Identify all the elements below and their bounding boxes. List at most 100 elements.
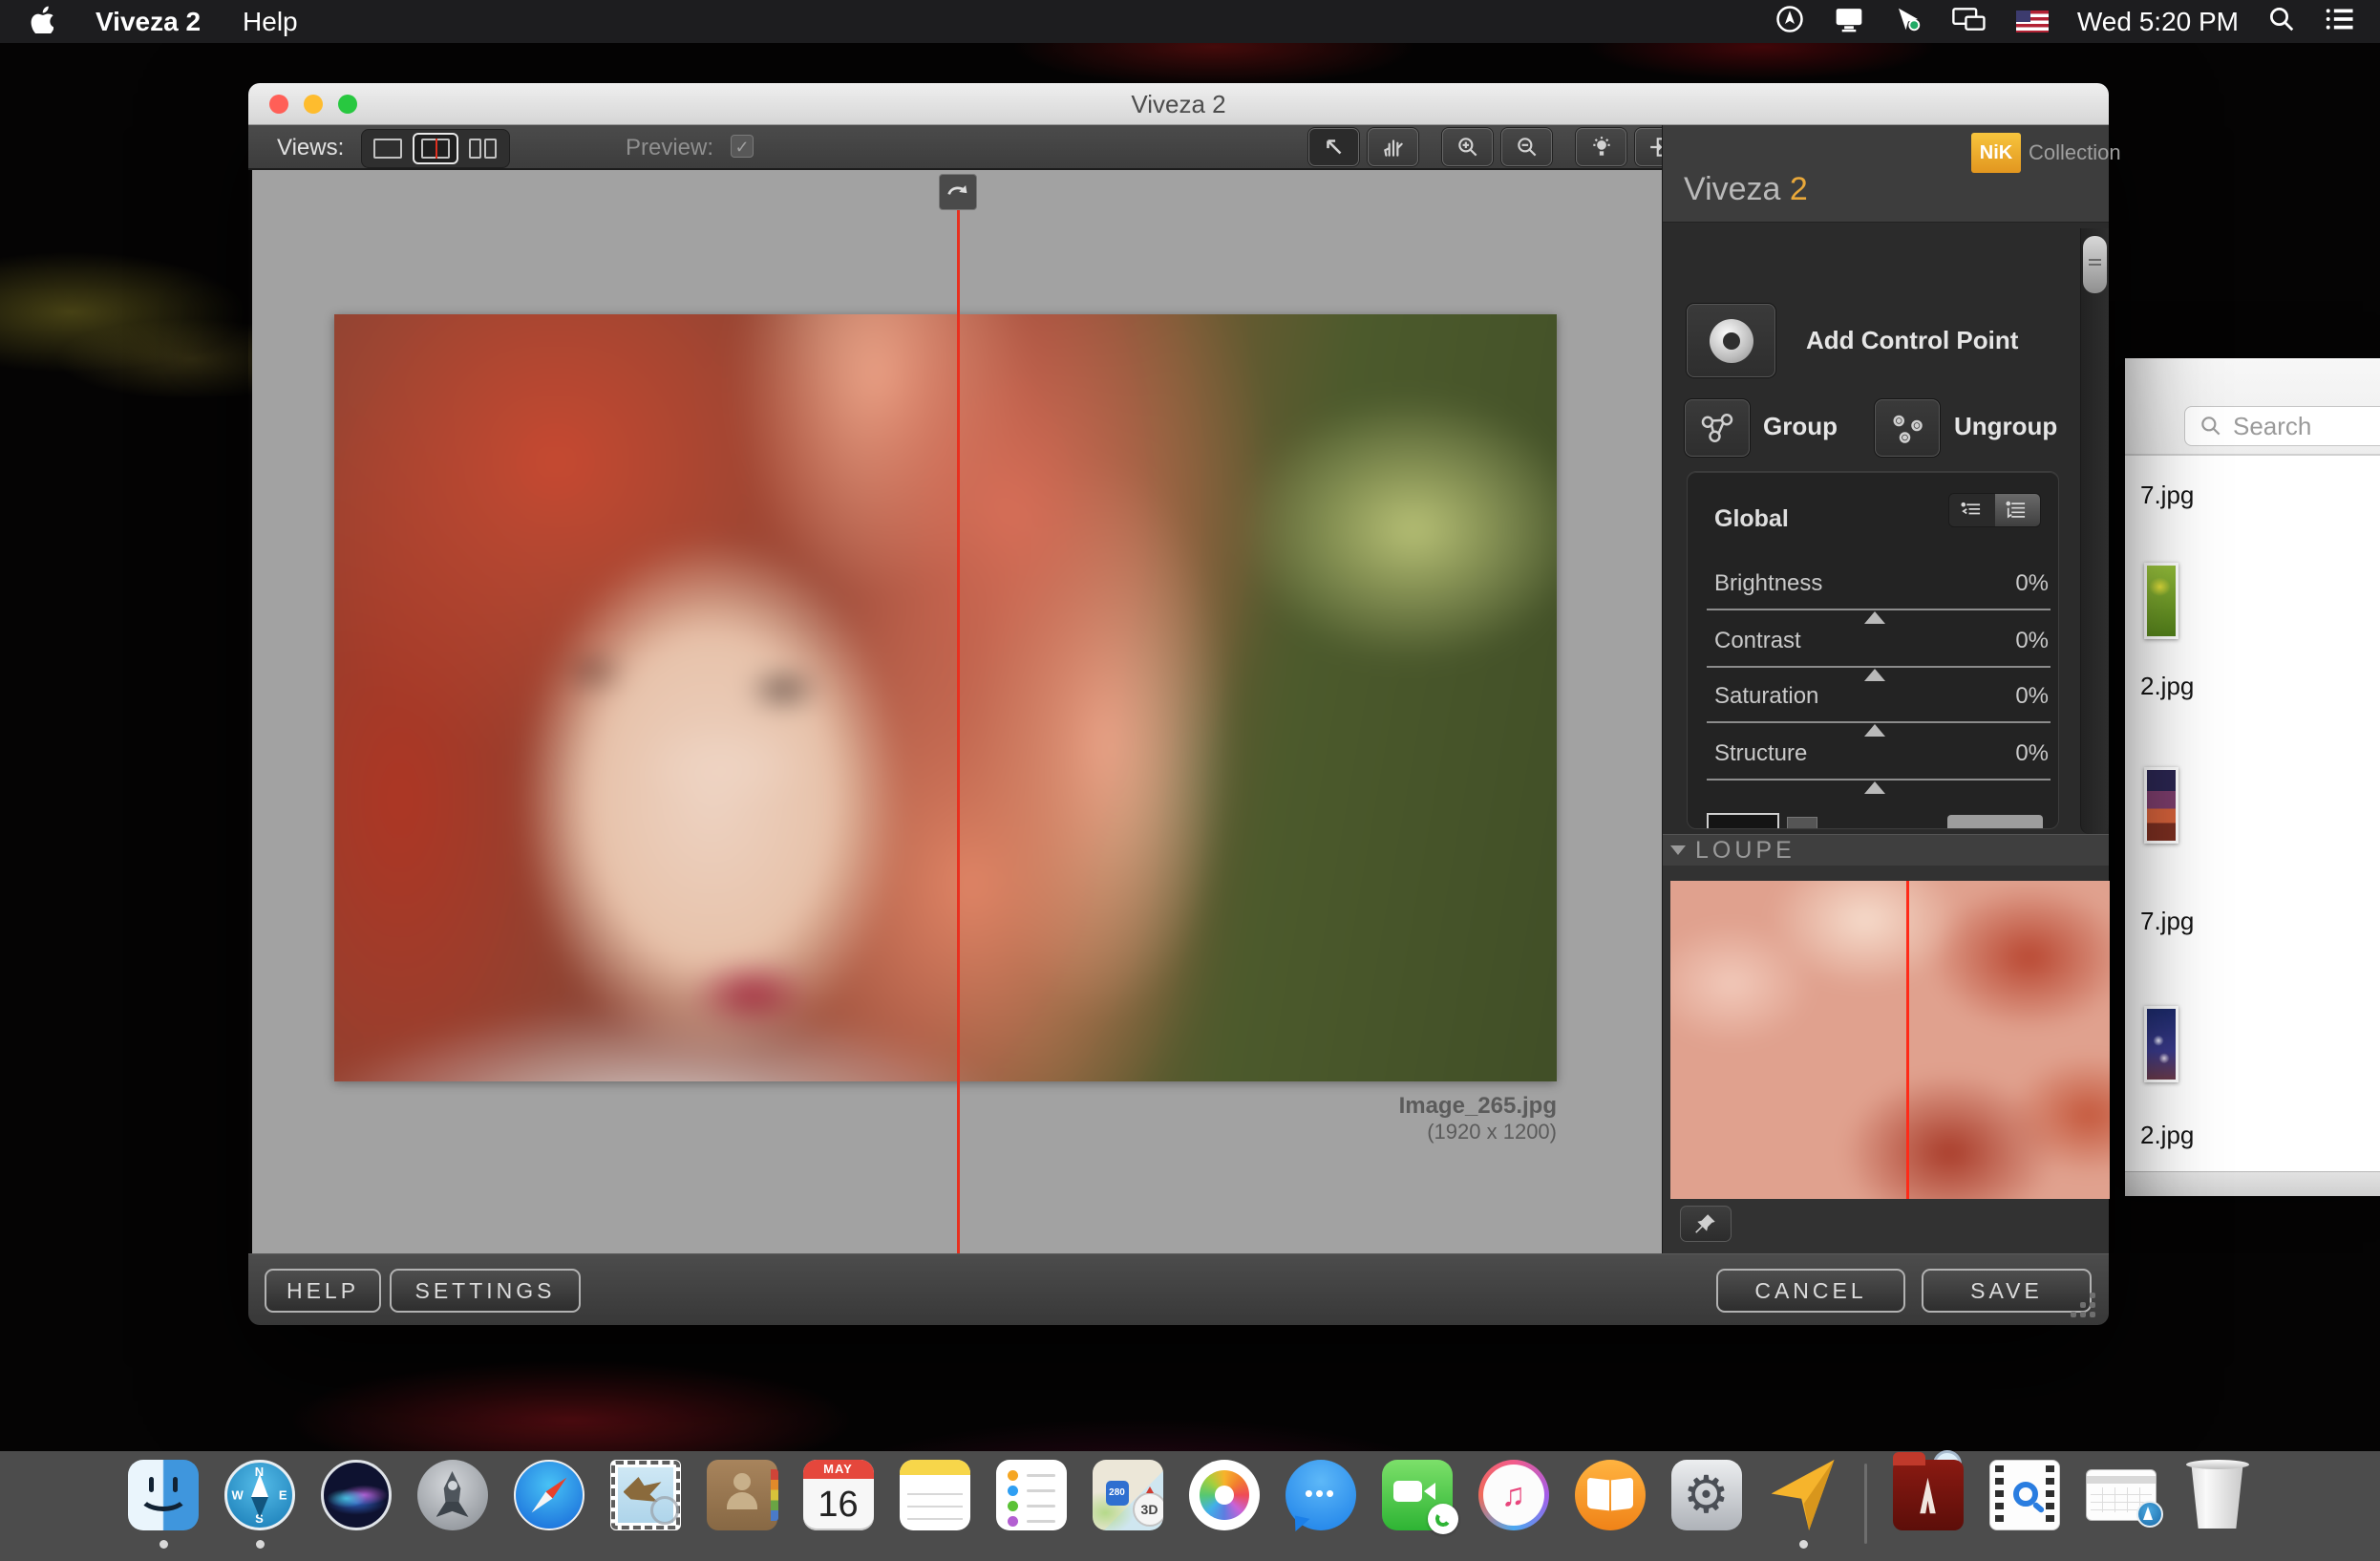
dock-item-reminders[interactable] (995, 1460, 1067, 1555)
slider-track[interactable] (1707, 609, 2051, 624)
slider-contrast[interactable]: Contrast 0% (1707, 628, 2051, 683)
search-placeholder: Search (2233, 411, 2312, 440)
pan-tool-button[interactable] (1368, 128, 1418, 166)
slider-thumb[interactable] (1864, 669, 1886, 681)
photo-preview[interactable] (334, 314, 1557, 1081)
slider-track[interactable] (1707, 666, 2051, 681)
spotlight-search-icon[interactable] (2267, 5, 2296, 38)
file-label[interactable]: 7.jpg (2140, 481, 2194, 510)
slider-thumb[interactable] (1864, 781, 1886, 794)
dock-item-siri[interactable] (320, 1460, 392, 1555)
slider-track[interactable] (1707, 779, 2051, 794)
slider-thumb[interactable] (1864, 611, 1886, 624)
menu-app-name[interactable]: Viveza 2 (96, 7, 201, 37)
panel-scroll-area: Add Control Point Group Ungroup Global B… (1663, 223, 2080, 834)
view-sidebyside-button[interactable] (460, 133, 506, 164)
dock-item-itunes[interactable]: ♫ (1477, 1460, 1549, 1555)
dock-item-acrobat[interactable] (1892, 1450, 1964, 1555)
global-title: Global (1714, 505, 1789, 532)
dock-item-safari[interactable] (513, 1460, 584, 1555)
apple-menu[interactable] (29, 5, 54, 38)
panel-scrollbar[interactable] (2080, 228, 2109, 834)
dock-item-facetime[interactable] (1381, 1460, 1458, 1555)
dock-item-mail[interactable] (609, 1460, 681, 1555)
preview-checkbox[interactable]: ✓ (731, 135, 754, 158)
notification-center-icon[interactable] (2325, 5, 2355, 38)
dock-item-messages[interactable]: ••• (1285, 1460, 1356, 1555)
scrollbar-thumb[interactable] (2083, 236, 2107, 293)
reset-button-partial[interactable] (1707, 813, 1779, 828)
display-menu-icon[interactable] (1833, 5, 1865, 38)
dock-item-quicktime-file[interactable] (1988, 1460, 2060, 1555)
dock-item-photos[interactable] (1188, 1460, 1260, 1555)
image-filename: Image_265.jpg (1398, 1093, 1557, 1119)
dock-item-system-preferences[interactable]: ⚙ (1670, 1460, 1742, 1555)
input-language-flag-icon[interactable] (2015, 11, 2049, 32)
ungroup-button[interactable] (1875, 399, 1940, 457)
compare-button[interactable] (1576, 128, 1626, 166)
acrobat-icon (1892, 1450, 1964, 1530)
loupe-header[interactable]: LOUPE (1663, 834, 2109, 866)
siri-icon (320, 1460, 392, 1530)
image-canvas[interactable]: Image_265.jpg (1920 x 1200) (252, 170, 1662, 1253)
finder-toolbar: Search (2125, 358, 2380, 456)
slider-label: Contrast (1714, 628, 1801, 653)
cancel-button[interactable]: CANCEL (1716, 1269, 1905, 1313)
zoom-out-button[interactable] (1501, 128, 1552, 166)
copy-settings-button[interactable] (1949, 494, 1995, 526)
nik-logo: NiK (1971, 133, 2021, 173)
file-thumbnail[interactable] (2144, 767, 2178, 844)
finder-search-field[interactable]: Search (2184, 406, 2380, 446)
apply-button-partial[interactable] (1947, 815, 2043, 828)
menu-clock[interactable]: Wed 5:20 PM (2077, 7, 2239, 37)
contacts-icon (706, 1460, 778, 1530)
split-orientation-button[interactable] (939, 174, 977, 210)
view-single-button[interactable] (365, 133, 411, 164)
screen-mirroring-icon[interactable] (1951, 5, 1987, 38)
location-services-icon[interactable] (1775, 5, 1804, 38)
dock-item-maps[interactable]: 280 3D (1092, 1460, 1163, 1555)
file-label[interactable]: 2.jpg (2140, 1121, 2194, 1150)
file-thumbnail[interactable] (2144, 1006, 2178, 1082)
slider-label: Saturation (1714, 683, 1819, 709)
dock-item-calendar[interactable]: MAY 16 (802, 1460, 874, 1555)
select-tool-button[interactable] (1308, 128, 1359, 166)
view-split-button[interactable] (413, 133, 458, 164)
slider-brightness[interactable]: Brightness 0% (1707, 570, 2051, 626)
dock-item-nik-collection[interactable] (1768, 1460, 1838, 1555)
finder-file-list[interactable]: 7.jpg 2.jpg 7.jpg 2.jpg (2125, 456, 2380, 1150)
slider-structure[interactable]: Structure 0% (1707, 740, 2051, 796)
paste-settings-button[interactable] (1994, 494, 2040, 526)
file-label[interactable]: 2.jpg (2140, 672, 2194, 701)
menu-item-help[interactable]: Help (243, 7, 298, 37)
finder-icon (127, 1460, 199, 1530)
dock-item-notes[interactable] (899, 1460, 970, 1555)
dock-item-compass-app[interactable]: NS WE (223, 1460, 295, 1555)
finder-window[interactable]: Search 7.jpg 2.jpg 7.jpg 2.jpg (2125, 358, 2380, 1196)
dock-item-launchpad[interactable] (416, 1460, 488, 1555)
slider-track[interactable] (1707, 721, 2051, 737)
loupe-preview[interactable] (1670, 881, 2110, 1199)
slider-thumb[interactable] (1864, 724, 1886, 737)
dock-item-trash[interactable] (2182, 1460, 2253, 1555)
file-label[interactable]: 7.jpg (2140, 907, 2194, 936)
remote-cursor-icon[interactable] (1894, 5, 1923, 38)
slider-saturation[interactable]: Saturation 0% (1707, 683, 2051, 738)
window-resize-grip[interactable] (2065, 1289, 2095, 1317)
reminders-icon (995, 1460, 1067, 1530)
zoom-in-button[interactable] (1442, 128, 1493, 166)
loupe-pin-button[interactable] (1680, 1206, 1732, 1242)
dock-item-finder[interactable] (127, 1460, 199, 1555)
help-button[interactable]: HELP (265, 1269, 381, 1313)
file-thumbnail[interactable] (2144, 563, 2178, 639)
slider-value: 0% (2015, 570, 2049, 596)
dock-item-spreadsheet-file[interactable] (2085, 1460, 2163, 1555)
eyedropper-button-partial[interactable] (1787, 817, 1817, 828)
title-bar[interactable]: Viveza 2 (248, 83, 2109, 125)
settings-button[interactable]: SETTINGS (390, 1269, 581, 1313)
group-button[interactable] (1685, 399, 1750, 457)
dock-item-contacts[interactable] (706, 1460, 778, 1555)
add-control-point-button[interactable] (1687, 304, 1775, 377)
dock-item-ibooks[interactable] (1574, 1460, 1646, 1555)
split-preview-line[interactable] (957, 177, 960, 1253)
